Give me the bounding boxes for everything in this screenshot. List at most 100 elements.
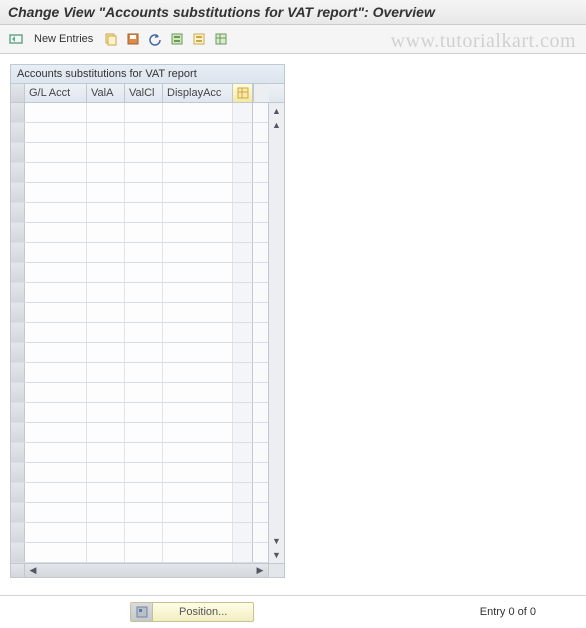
row-selector[interactable] xyxy=(11,283,25,302)
cell-valcl[interactable] xyxy=(125,503,163,522)
row-selector[interactable] xyxy=(11,303,25,322)
cell-vala[interactable] xyxy=(87,363,125,382)
cell-valcl[interactable] xyxy=(125,463,163,482)
cell-gl-acct[interactable] xyxy=(25,423,87,442)
cell-valcl[interactable] xyxy=(125,123,163,142)
cell-displayacc[interactable] xyxy=(163,503,233,522)
cell-displayacc[interactable] xyxy=(163,523,233,542)
table-row[interactable] xyxy=(11,283,268,303)
table-row[interactable] xyxy=(11,403,268,423)
column-header-gl-acct[interactable]: G/L Acct xyxy=(25,84,87,102)
cell-valcl[interactable] xyxy=(125,483,163,502)
cell-vala[interactable] xyxy=(87,203,125,222)
cell-displayacc[interactable] xyxy=(163,363,233,382)
cell-vala[interactable] xyxy=(87,263,125,282)
cell-displayacc[interactable] xyxy=(163,443,233,462)
row-selector[interactable] xyxy=(11,523,25,542)
table-row[interactable] xyxy=(11,323,268,343)
cell-valcl[interactable] xyxy=(125,143,163,162)
cell-displayacc[interactable] xyxy=(163,103,233,122)
cell-vala[interactable] xyxy=(87,123,125,142)
cell-valcl[interactable] xyxy=(125,403,163,422)
scroll-left-icon[interactable]: ◀ xyxy=(27,566,39,576)
cell-valcl[interactable] xyxy=(125,423,163,442)
row-selector[interactable] xyxy=(11,483,25,502)
table-row[interactable] xyxy=(11,303,268,323)
row-selector[interactable] xyxy=(11,423,25,442)
cell-displayacc[interactable] xyxy=(163,303,233,322)
cell-vala[interactable] xyxy=(87,483,125,502)
row-selector[interactable] xyxy=(11,323,25,342)
cell-displayacc[interactable] xyxy=(163,423,233,442)
row-selector[interactable] xyxy=(11,243,25,262)
table-row[interactable] xyxy=(11,223,268,243)
cell-gl-acct[interactable] xyxy=(25,283,87,302)
cell-valcl[interactable] xyxy=(125,183,163,202)
cell-gl-acct[interactable] xyxy=(25,543,87,562)
cell-gl-acct[interactable] xyxy=(25,243,87,262)
cell-vala[interactable] xyxy=(87,403,125,422)
table-row[interactable] xyxy=(11,443,268,463)
cell-gl-acct[interactable] xyxy=(25,163,87,182)
row-selector[interactable] xyxy=(11,183,25,202)
cell-valcl[interactable] xyxy=(125,163,163,182)
cell-gl-acct[interactable] xyxy=(25,383,87,402)
cell-gl-acct[interactable] xyxy=(25,223,87,242)
cell-vala[interactable] xyxy=(87,443,125,462)
row-selector[interactable] xyxy=(11,103,25,122)
cell-vala[interactable] xyxy=(87,523,125,542)
cell-gl-acct[interactable] xyxy=(25,483,87,502)
row-selector[interactable] xyxy=(11,163,25,182)
table-row[interactable] xyxy=(11,103,268,123)
table-row[interactable] xyxy=(11,183,268,203)
table-row[interactable] xyxy=(11,143,268,163)
header-row-selector[interactable] xyxy=(11,84,25,102)
cell-gl-acct[interactable] xyxy=(25,143,87,162)
vertical-scrollbar[interactable]: ▲ ▲ ▼ ▼ xyxy=(268,103,284,563)
undo-icon[interactable] xyxy=(145,29,165,49)
cell-displayacc[interactable] xyxy=(163,123,233,142)
row-selector[interactable] xyxy=(11,143,25,162)
cell-displayacc[interactable] xyxy=(163,163,233,182)
table-row[interactable] xyxy=(11,243,268,263)
cell-valcl[interactable] xyxy=(125,443,163,462)
select-all-icon[interactable] xyxy=(167,29,187,49)
table-row[interactable] xyxy=(11,463,268,483)
row-selector[interactable] xyxy=(11,443,25,462)
table-row[interactable] xyxy=(11,523,268,543)
table-row[interactable] xyxy=(11,543,268,563)
cell-valcl[interactable] xyxy=(125,543,163,562)
cell-vala[interactable] xyxy=(87,323,125,342)
toggle-view-icon[interactable] xyxy=(6,29,26,49)
cell-vala[interactable] xyxy=(87,163,125,182)
cell-vala[interactable] xyxy=(87,103,125,122)
table-row[interactable] xyxy=(11,383,268,403)
cell-valcl[interactable] xyxy=(125,263,163,282)
cell-vala[interactable] xyxy=(87,243,125,262)
cell-vala[interactable] xyxy=(87,463,125,482)
scroll-up-icon[interactable]: ▲ xyxy=(271,105,283,117)
cell-valcl[interactable] xyxy=(125,203,163,222)
cell-vala[interactable] xyxy=(87,143,125,162)
cell-displayacc[interactable] xyxy=(163,143,233,162)
cell-displayacc[interactable] xyxy=(163,183,233,202)
cell-vala[interactable] xyxy=(87,543,125,562)
cell-gl-acct[interactable] xyxy=(25,303,87,322)
configure-columns-icon[interactable] xyxy=(233,84,253,102)
cell-valcl[interactable] xyxy=(125,243,163,262)
scroll-up2-icon[interactable]: ▲ xyxy=(271,119,283,131)
cell-vala[interactable] xyxy=(87,423,125,442)
row-selector[interactable] xyxy=(11,503,25,522)
cell-vala[interactable] xyxy=(87,283,125,302)
cell-valcl[interactable] xyxy=(125,223,163,242)
cell-gl-acct[interactable] xyxy=(25,363,87,382)
cell-displayacc[interactable] xyxy=(163,543,233,562)
scroll-right-icon[interactable]: ▶ xyxy=(254,566,266,576)
cell-displayacc[interactable] xyxy=(163,263,233,282)
cell-displayacc[interactable] xyxy=(163,243,233,262)
table-row[interactable] xyxy=(11,483,268,503)
cell-valcl[interactable] xyxy=(125,283,163,302)
cell-gl-acct[interactable] xyxy=(25,343,87,362)
cell-vala[interactable] xyxy=(87,223,125,242)
cell-vala[interactable] xyxy=(87,343,125,362)
